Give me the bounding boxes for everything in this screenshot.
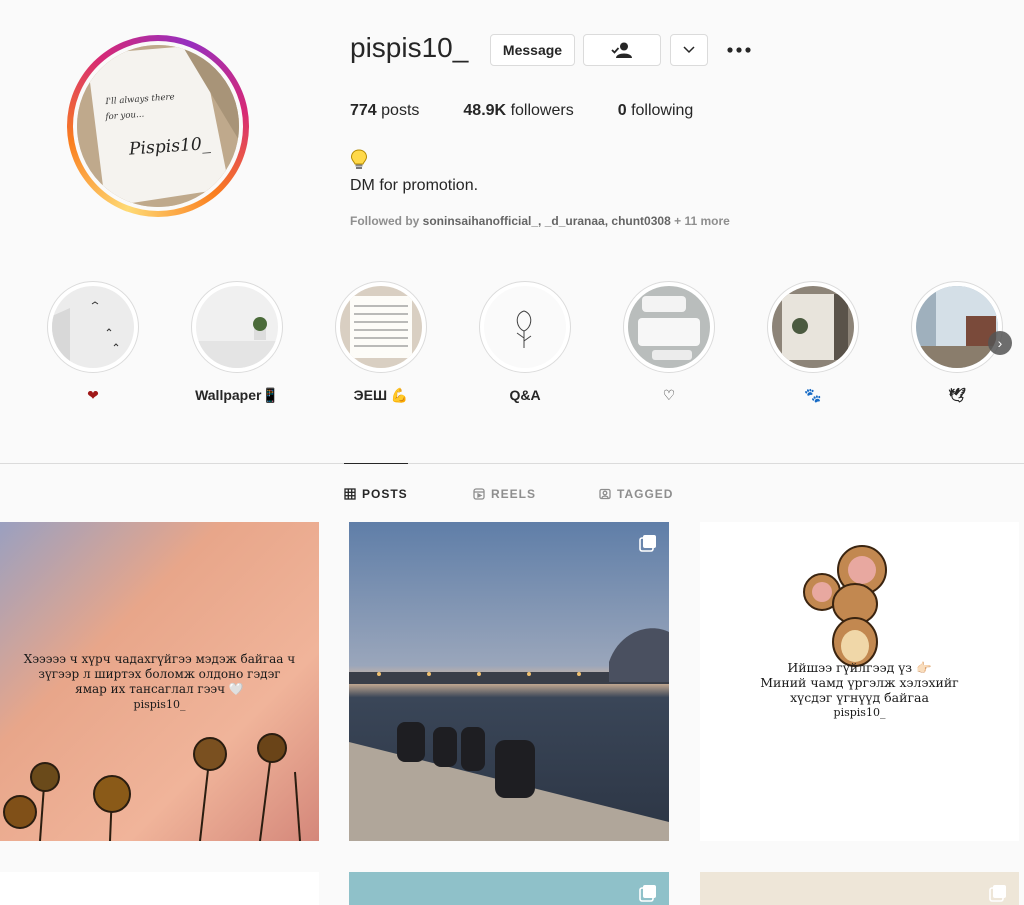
stat-posts: 774 posts	[350, 102, 419, 120]
highlight-label: 🕊	[948, 387, 966, 403]
highlight-cover-book	[772, 286, 854, 368]
followed-by-names[interactable]: soninsaihanofficial_, _d_uranaa, chunt03…	[423, 214, 671, 228]
chevron-right-icon: ›	[997, 335, 1003, 351]
grid-icon	[344, 488, 356, 500]
highlight-ring	[47, 281, 139, 373]
highlight-cover-sketch	[484, 286, 566, 368]
post-river-night[interactable]	[349, 522, 669, 841]
post-caption-line: Ийшээ гүйлгээд үз 👉🏻	[787, 660, 932, 675]
highlight-ring	[623, 281, 715, 373]
highlight-ring	[767, 281, 859, 373]
tab-reels[interactable]: REELS	[473, 487, 536, 501]
highlight-cover-notes	[340, 286, 422, 368]
stat-following-count: 0	[617, 102, 627, 119]
highlights-next-button[interactable]: ›	[988, 331, 1012, 355]
suggested-dropdown-button[interactable]	[670, 34, 708, 66]
post-row2-middle[interactable]	[349, 872, 669, 905]
tabs-divider	[0, 463, 1024, 464]
highlight-cover-birds	[52, 286, 134, 368]
highlight-ring	[335, 281, 427, 373]
stat-followers-count: 48.9K	[463, 102, 507, 119]
more-options-icon[interactable]	[726, 44, 752, 56]
post-caption-line: зүгээр л ширтэх боломж олдоно гэдэг	[38, 667, 281, 681]
carousel-icon	[639, 535, 656, 552]
profile-stats: 774 posts 48.9K followers 0 following	[350, 102, 737, 120]
profile-avatar-ring[interactable]: I'll always there for you... Pispis10_	[67, 35, 249, 217]
post-row2-right[interactable]	[700, 872, 1019, 905]
highlight-label: ❤	[87, 387, 99, 403]
highlight-ring	[911, 281, 1003, 373]
post-sunset-quote[interactable]: Хэээээ ч хүрч чадахгүйгээ мэдэж байгаа ч…	[0, 522, 319, 841]
active-tab-indicator	[344, 463, 408, 464]
avatar[interactable]: I'll always there for you... Pispis10_	[73, 41, 243, 211]
highlight-label: ♡	[662, 387, 676, 403]
post-signature: pispis10_	[833, 706, 886, 719]
post-signature: pispis10_	[133, 698, 186, 711]
highlight-ring	[479, 281, 571, 373]
post-row2-left[interactable]	[0, 872, 319, 905]
lightbulb-icon	[350, 149, 368, 169]
tab-tagged[interactable]: TAGGED	[599, 487, 673, 501]
stat-following[interactable]: 0 following	[618, 102, 694, 120]
stat-posts-count: 774	[350, 102, 377, 119]
tab-reels-label: REELS	[491, 487, 537, 501]
stat-followers-label: followers	[510, 102, 574, 119]
highlight-ring	[191, 281, 283, 373]
highlight-heart-outline[interactable]: ♡	[623, 281, 715, 404]
stat-posts-label: posts	[381, 102, 420, 119]
highlight-cover-plant	[196, 286, 278, 368]
post-caption: Хэээээ ч хүрч чадахгүйгээ мэдэж байгаа ч…	[0, 652, 319, 712]
highlight-cover-window	[916, 286, 998, 368]
avatar-image: I'll always there for you... Pispis10_	[77, 45, 239, 207]
highlight-wallpaper[interactable]: Wallpaper📱	[191, 281, 283, 404]
post-caption-line: ямар их тансаглал гээч 🤍	[75, 682, 244, 696]
highlight-label: Q&A	[509, 387, 541, 403]
highlight-cover-chat	[628, 286, 710, 368]
followed-by[interactable]: Followed by soninsaihanofficial_, _d_ura…	[350, 214, 730, 228]
carousel-icon	[989, 885, 1006, 902]
post-caption: Ийшээ гүйлгээд үз 👉🏻 Миний чамд үргэлж х…	[700, 660, 1019, 720]
post-caption-line: хүсдэг үгнүүд байгаа	[790, 690, 929, 705]
highlight-paws[interactable]: 🐾	[767, 281, 859, 404]
post-caption-line: Миний чамд үргэлж хэлэхийг	[760, 675, 959, 690]
chevron-down-icon	[683, 46, 695, 54]
followed-by-more: + 11 more	[670, 214, 730, 228]
tab-posts[interactable]: POSTS	[344, 487, 408, 501]
tab-posts-label: POSTS	[362, 487, 408, 501]
tagged-icon	[599, 488, 611, 500]
highlight-hearts[interactable]: ❤	[47, 281, 139, 404]
highlight-eesh[interactable]: ЭЕШ 💪	[335, 281, 427, 404]
post-jerry-quote[interactable]: Ийшээ гүйлгээд үз 👉🏻 Миний чамд үргэлж х…	[700, 522, 1019, 841]
followed-by-prefix: Followed by	[350, 214, 423, 228]
message-button[interactable]: Message	[490, 34, 575, 66]
profile-username: pispis10_	[350, 32, 469, 63]
user-check-icon	[611, 42, 632, 58]
highlight-label: Wallpaper📱	[195, 387, 279, 403]
highlight-qa[interactable]: Q&A	[479, 281, 571, 403]
profile-bio: DM for promotion.	[350, 177, 479, 194]
stat-followers[interactable]: 48.9K followers	[463, 102, 573, 120]
highlight-label: ЭЕШ 💪	[353, 387, 409, 403]
following-button[interactable]	[583, 34, 661, 66]
carousel-icon	[639, 885, 656, 902]
post-image-river	[349, 522, 669, 841]
tab-tagged-label: TAGGED	[617, 487, 674, 501]
post-caption-line: Хэээээ ч хүрч чадахгүйгээ мэдэж байгаа ч	[23, 652, 296, 666]
reels-icon	[473, 488, 485, 500]
highlight-label: 🐾	[804, 387, 822, 403]
stat-following-label: following	[631, 102, 694, 119]
